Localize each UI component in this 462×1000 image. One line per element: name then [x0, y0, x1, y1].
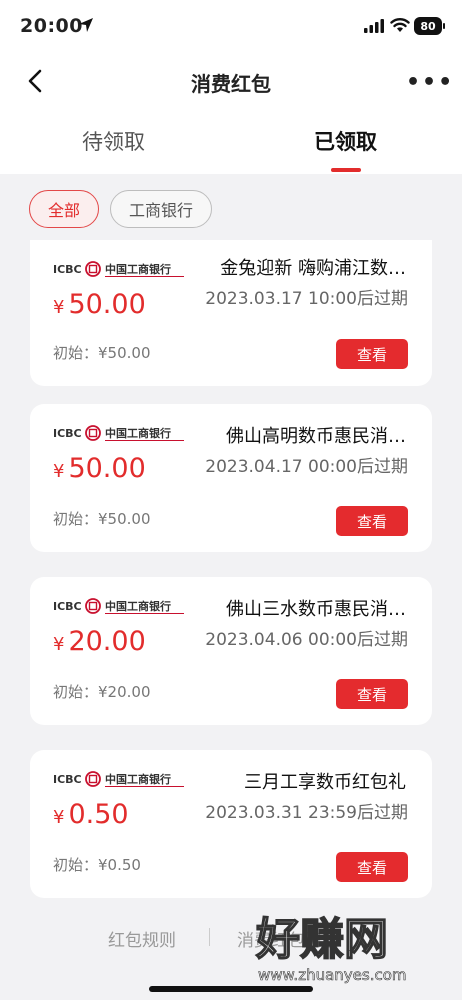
coupon-title: 佛山高明数币惠民消… [226, 426, 406, 447]
coupon-card[interactable]: ICBC 中国工商银行 ¥50.00 初始：¥50.00 佛山高明数币惠民消… … [30, 404, 432, 552]
initial-amount: 初始：¥20.00 [53, 683, 151, 701]
view-button[interactable]: 查看 [336, 506, 408, 536]
icbc-logo: ICBC 中国工商银行 [53, 425, 184, 441]
battery-tip [443, 23, 445, 29]
expiry-text: 2023.04.17 00:00后过期 [205, 457, 408, 477]
svg-text:中国工商银行: 中国工商银行 [105, 426, 171, 440]
amount-value: 0.50 [68, 799, 129, 830]
coupon-amount: ¥50.00 [53, 453, 146, 484]
svg-text:ICBC: ICBC [53, 773, 82, 786]
expiry-text: 2023.04.06 00:00后过期 [205, 630, 408, 650]
coupon-amount: ¥20.00 [53, 626, 146, 657]
amount-value: 50.00 [68, 289, 146, 320]
svg-text:ICBC: ICBC [53, 263, 82, 276]
svg-text:中国工商银行: 中国工商银行 [105, 599, 171, 613]
expiry-text: 2023.03.31 23:59后过期 [205, 803, 408, 823]
coupon-card[interactable]: ICBC 中国工商银行 ¥50.00 初始：¥50.00 金兔迎新 嗨购浦江数…… [30, 240, 432, 386]
coupon-title: 三月工享数币红包礼 [244, 772, 406, 793]
footer-divider [209, 928, 210, 946]
wifi-icon [390, 18, 410, 32]
active-tab-indicator [331, 168, 361, 172]
coupon-title: 佛山三水数币惠民消… [226, 599, 406, 620]
icbc-logo: ICBC 中国工商银行 [53, 598, 184, 614]
initial-amount: 初始：¥50.00 [53, 344, 151, 362]
coupon-card[interactable]: ICBC 中国工商银行 ¥0.50 初始：¥0.50 三月工享数币红包礼 202… [30, 750, 432, 898]
nav-bar: 消费红包 ••• [0, 56, 462, 110]
home-indicator [149, 986, 313, 992]
battery-level: 80 [420, 19, 436, 33]
svg-text:ICBC: ICBC [53, 427, 82, 440]
svg-text:ICBC: ICBC [53, 600, 82, 613]
location-arrow-icon [79, 18, 93, 32]
currency-symbol: ¥ [53, 634, 65, 655]
watermark-url: www.zhuanyes.com [258, 966, 407, 984]
watermark: 好赚网 www.zhuanyes.com [254, 913, 407, 984]
tab-pending[interactable]: 待领取 [82, 126, 145, 156]
cellular-signal-icon [364, 19, 384, 33]
watermark-text: 好赚网 [255, 914, 388, 965]
battery-icon: 80 [414, 17, 442, 35]
filter-chip-all[interactable]: 全部 [29, 190, 99, 228]
currency-symbol: ¥ [53, 297, 65, 318]
currency-symbol: ¥ [53, 807, 65, 828]
expiry-text: 2023.03.17 10:00后过期 [205, 289, 408, 309]
icbc-logo: ICBC 中国工商银行 [53, 261, 184, 277]
page-title: 消费红包 [191, 72, 271, 96]
view-button[interactable]: 查看 [336, 852, 408, 882]
filter-chips: 全部 工商银行 [0, 174, 462, 240]
status-time: 20:00 [20, 15, 83, 37]
status-bar: 20:00 80 [0, 0, 462, 56]
coupon-rules-link[interactable]: 红包规则 [108, 926, 176, 951]
currency-symbol: ¥ [53, 461, 65, 482]
amount-value: 50.00 [68, 453, 146, 484]
svg-text:中国工商银行: 中国工商银行 [105, 262, 171, 276]
initial-amount: 初始：¥0.50 [53, 856, 141, 874]
tab-bar: 待领取 已领取 [0, 110, 462, 174]
svg-text:中国工商银行: 中国工商银行 [105, 772, 171, 786]
filter-chip-icbc[interactable]: 工商银行 [110, 190, 212, 228]
coupon-amount: ¥50.00 [53, 289, 146, 320]
icbc-logo: ICBC 中国工商银行 [53, 771, 184, 787]
view-button[interactable]: 查看 [336, 339, 408, 369]
amount-value: 20.00 [68, 626, 146, 657]
tab-received[interactable]: 已领取 [314, 126, 377, 156]
more-options-icon[interactable]: ••• [406, 72, 454, 94]
coupon-card[interactable]: ICBC 中国工商银行 ¥20.00 初始：¥20.00 佛山三水数币惠民消… … [30, 577, 432, 725]
initial-amount: 初始：¥50.00 [53, 510, 151, 528]
coupon-amount: ¥0.50 [53, 799, 129, 830]
view-button[interactable]: 查看 [336, 679, 408, 709]
coupon-title: 金兔迎新 嗨购浦江数… [220, 258, 406, 279]
